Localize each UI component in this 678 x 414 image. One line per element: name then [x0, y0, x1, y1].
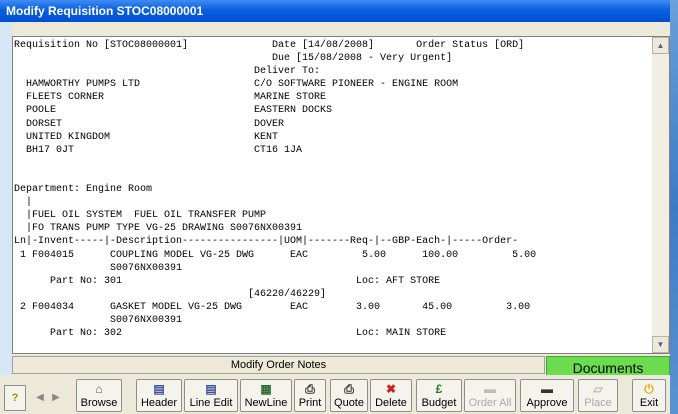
- toolbar-button-label: Quote: [334, 397, 364, 409]
- toolbar-button-label: NewLine: [244, 397, 288, 409]
- toolbar-button-label: Budget: [421, 397, 457, 409]
- requisition-window: Modify Requisition STOC08000001 Requisit…: [0, 0, 670, 414]
- new-line-icon: ▦: [260, 382, 272, 396]
- header-button[interactable]: ▤ Header: [136, 379, 182, 412]
- toolbar-button-label: Delete: [375, 397, 407, 409]
- requisition-report: Requisition No [STOC08000001] Date [14/0…: [12, 36, 670, 354]
- exit-button[interactable]: ⏻ Exit: [632, 379, 666, 412]
- prev-arrow-icon[interactable]: ◀: [34, 389, 46, 407]
- delete-icon: ✖: [385, 382, 397, 396]
- budget-button[interactable]: £ Budget: [416, 379, 462, 412]
- order-all-icon: ▬: [484, 382, 496, 396]
- toolbar: ? ◀ ▶ ⌂ Browse ▤ Header ▤ Line Edit ▦ NewLine ⎙ P…: [0, 375, 670, 414]
- toolbar-button-label: Place: [584, 397, 612, 409]
- line-edit-button[interactable]: ▤ Line Edit: [184, 379, 238, 412]
- help-icon: ?: [11, 392, 19, 404]
- pound-icon: £: [435, 382, 443, 396]
- toolbar-button-label: Print: [298, 397, 322, 409]
- next-arrow-icon[interactable]: ▶: [50, 389, 62, 407]
- toolbar-button-label: Line Edit: [189, 397, 233, 409]
- order-all-button[interactable]: ▬ Order All: [464, 379, 516, 412]
- quote-icon: ⎙: [344, 382, 354, 396]
- help-button[interactable]: ?: [4, 385, 26, 411]
- quote-button[interactable]: ⎙ Quote: [330, 379, 368, 412]
- window-title: Modify Requisition STOC08000001: [0, 0, 670, 22]
- browse-button[interactable]: ⌂ Browse: [76, 379, 122, 412]
- browse-icon: ⌂: [95, 382, 103, 396]
- left-panel: [0, 22, 12, 414]
- approve-button[interactable]: ▬ Approve: [520, 379, 574, 412]
- modify-order-notes-button[interactable]: Modify Order Notes: [12, 356, 545, 374]
- vertical-scrollbar[interactable]: ▲ ▼: [652, 37, 669, 353]
- print-button[interactable]: ⎙ Print: [294, 379, 326, 412]
- header-icon: ▤: [153, 382, 165, 396]
- toolbar-button-label: Order All: [468, 397, 512, 409]
- approve-icon: ▬: [541, 382, 553, 396]
- exit-icon: ⏻: [644, 382, 654, 396]
- desktop-background: [670, 0, 678, 414]
- toolbar-button-label: Approve: [526, 397, 568, 409]
- scroll-down-arrow-icon[interactable]: ▼: [652, 336, 669, 353]
- place-icon: ▱: [593, 382, 603, 396]
- toolbar-button-label: Header: [140, 397, 178, 409]
- toolbar-button-label: Browse: [80, 397, 118, 409]
- report-text: Requisition No [STOC08000001] Date [14/0…: [14, 40, 537, 340]
- scroll-up-arrow-icon[interactable]: ▲: [652, 37, 669, 54]
- print-icon: ⎙: [305, 382, 315, 396]
- place-button[interactable]: ▱ Place: [578, 379, 618, 412]
- toolbar-button-label: Exit: [639, 397, 659, 409]
- delete-button[interactable]: ✖ Delete: [370, 379, 412, 412]
- newline-button[interactable]: ▦ NewLine: [240, 379, 292, 412]
- line-edit-icon: ▤: [205, 382, 217, 396]
